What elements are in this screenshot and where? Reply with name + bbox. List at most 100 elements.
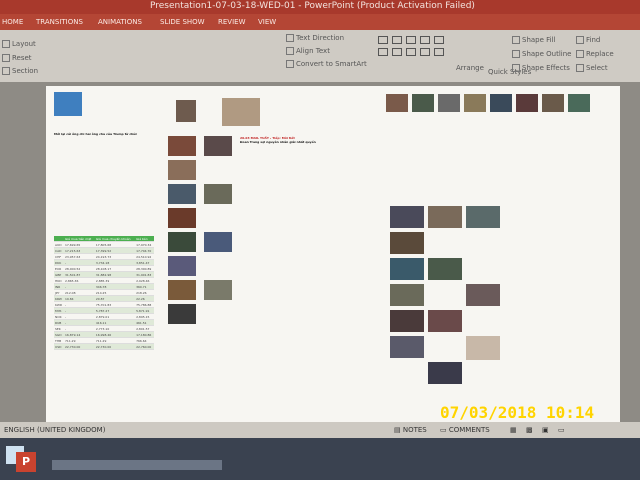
search-icon	[576, 36, 584, 44]
section-button[interactable]: Section	[2, 67, 38, 75]
reset-button[interactable]: Reset	[2, 54, 32, 62]
taskbar-app-highlight	[52, 460, 222, 470]
notes-icon: ▤	[394, 426, 403, 434]
gallery-photo	[466, 284, 500, 306]
exchange-rate-table: Giá mua tiền mặt Giá mua chuyển khoản Gi…	[54, 236, 154, 350]
news-photo	[204, 184, 232, 204]
cursor-icon	[576, 64, 584, 72]
ellipse-shape-icon[interactable]	[392, 36, 402, 44]
middle-text-column: 20-03 MAIL TUẤT - Tiếp: Mời tiết Đoan Tr…	[240, 136, 410, 406]
news-photo	[168, 304, 196, 324]
rectangle-shape-icon[interactable]	[378, 36, 388, 44]
camera-timestamp: 07/03/2018 10:14	[440, 403, 595, 422]
language-indicator[interactable]: ENGLISH (UNITED KINGDOM)	[4, 426, 105, 434]
curve-shape-icon[interactable]	[392, 48, 402, 56]
news-photo	[204, 136, 232, 156]
news-photo	[168, 184, 196, 204]
align-text-button[interactable]: Align Text	[286, 47, 330, 55]
news-photo	[204, 280, 232, 300]
tab-home[interactable]: HOME	[2, 18, 23, 26]
replace-button[interactable]: Replace	[576, 50, 614, 58]
triangle-shape-icon[interactable]	[406, 36, 416, 44]
reset-icon	[2, 54, 10, 62]
right-text-column	[504, 136, 614, 406]
logo-image	[54, 92, 82, 116]
notes-button[interactable]: ▤ NOTES	[394, 426, 427, 434]
gallery-photo	[490, 94, 512, 112]
effects-icon	[512, 64, 520, 72]
shape-effects-button[interactable]: Shape Effects	[512, 64, 570, 72]
text-direction-button[interactable]: Text Direction	[286, 34, 344, 42]
gallery-photo	[568, 94, 590, 112]
tab-transitions[interactable]: TRANSITIONS	[36, 18, 83, 26]
gallery-photo	[390, 284, 424, 306]
select-button[interactable]: Select	[576, 64, 608, 72]
gallery-photo	[438, 94, 460, 112]
tab-view[interactable]: VIEW	[258, 18, 276, 26]
reading-view-icon[interactable]: ▣	[542, 426, 549, 434]
news-photo	[168, 208, 196, 228]
news-photo	[168, 136, 196, 156]
tab-slide-show[interactable]: SLIDE SHOW	[160, 18, 205, 26]
gallery-photo	[428, 206, 462, 228]
text-direction-icon	[286, 34, 294, 42]
taskbar: P	[0, 438, 640, 480]
news-photo	[176, 100, 196, 122]
gallery-photo	[390, 206, 424, 228]
smartart-icon	[286, 60, 294, 68]
powerpoint-taskbar-icon[interactable]: P	[16, 452, 36, 472]
left-text-column: Mới lại cái ông chi hai ông cha của Trum…	[54, 132, 154, 232]
gallery-photo	[390, 258, 424, 280]
align-text-icon	[286, 47, 294, 55]
tab-animations[interactable]: ANIMATIONS	[98, 18, 142, 26]
article-headline: Đoan Trang sợi nguyên nhân giải nhất quy…	[240, 140, 316, 144]
pen-icon	[512, 50, 520, 58]
news-photo	[168, 280, 196, 300]
layout-button[interactable]: Layout	[2, 40, 36, 48]
callout-shape-icon[interactable]	[420, 48, 430, 56]
gallery-photo	[428, 258, 462, 280]
arrow-shape-icon[interactable]	[420, 36, 430, 44]
ribbon: Layout Reset Section Text Direction Alig…	[0, 30, 640, 83]
replace-icon	[576, 50, 584, 58]
gallery-photo	[466, 206, 500, 228]
news-photo	[204, 232, 232, 252]
convert-smartart-button[interactable]: Convert to SmartArt	[286, 60, 367, 68]
star-shape-icon[interactable]	[434, 36, 444, 44]
comments-button[interactable]: ▭ COMMENTS	[440, 426, 490, 434]
tab-review[interactable]: REVIEW	[218, 18, 245, 26]
gallery-photo	[390, 232, 424, 254]
section-icon	[2, 67, 10, 75]
gallery-photo	[386, 94, 408, 112]
comment-icon: ▭	[440, 426, 449, 434]
gallery-photo	[428, 362, 462, 384]
news-photo	[168, 160, 196, 180]
slideshow-view-icon[interactable]: ▭	[558, 426, 565, 434]
title-bar: Presentation1-07-03-18-WED-01 - PowerPoi…	[0, 0, 640, 14]
gallery-photo	[542, 94, 564, 112]
table-row: USD 22,730.00 22,730.00 22,760.00	[54, 343, 154, 350]
gallery-photo	[412, 94, 434, 112]
find-button[interactable]: Find	[576, 36, 600, 44]
arrange-button[interactable]: Arrange	[456, 64, 484, 72]
left-heading: Mới lại cái ông chi hai ông cha của Trum…	[54, 132, 138, 136]
line-shape-icon[interactable]	[378, 48, 388, 56]
window-title: Presentation1-07-03-18-WED-01 - PowerPoi…	[150, 1, 475, 11]
heart-shape-icon[interactable]	[434, 48, 444, 56]
slide-editing-area: Mới lại cái ông chi hai ông cha của Trum…	[0, 82, 640, 422]
shape-fill-button[interactable]: Shape Fill	[512, 36, 556, 44]
gallery-photo	[516, 94, 538, 112]
news-photo	[168, 256, 196, 276]
gallery-photo	[390, 336, 424, 358]
slide-canvas[interactable]: Mới lại cái ông chi hai ông cha của Trum…	[46, 86, 620, 422]
map-image	[466, 336, 500, 360]
gallery-photo	[428, 310, 462, 332]
gallery-photo	[464, 94, 486, 112]
status-bar: ENGLISH (UNITED KINGDOM) ▤ NOTES ▭ COMME…	[0, 422, 640, 438]
news-photo	[168, 232, 196, 252]
brace-shape-icon[interactable]	[406, 48, 416, 56]
slide-sorter-icon[interactable]: ▩	[526, 426, 533, 434]
portrait-photo	[222, 98, 260, 126]
normal-view-icon[interactable]: ▦	[510, 426, 517, 434]
shape-outline-button[interactable]: Shape Outline	[512, 50, 571, 58]
